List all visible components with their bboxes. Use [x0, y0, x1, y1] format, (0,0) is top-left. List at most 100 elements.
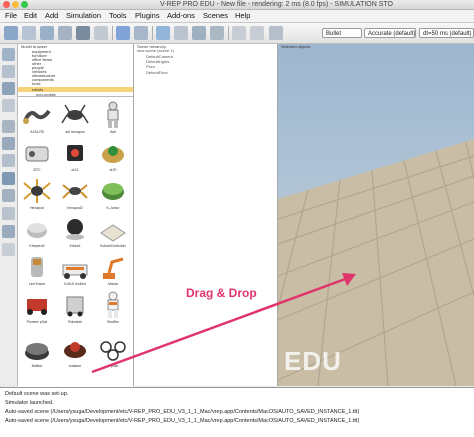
- model-thumbnail[interactable]: [22, 291, 52, 319]
- fit-to-view-icon[interactable]: [76, 26, 90, 40]
- model-label: KUKA YouBot: [64, 282, 86, 286]
- line-tracer-icon: [31, 257, 43, 277]
- close-button[interactable]: [3, 1, 10, 8]
- left-toolbar: [0, 44, 18, 386]
- menu-add[interactable]: Add: [45, 10, 58, 22]
- e-puck-icon: [100, 341, 126, 361]
- model-thumbnail[interactable]: [22, 177, 52, 205]
- model-label: Shuffler: [107, 320, 119, 324]
- click-selection-icon[interactable]: [156, 26, 170, 40]
- scene-view[interactable]: Selected objects: [278, 44, 474, 386]
- edit-mode-icon[interactable]: [210, 26, 224, 40]
- main-toolbar: Bullet Accurate (default) dt=50 ms (defa…: [0, 23, 474, 44]
- model-tree[interactable]: equipment furniture office items other p…: [18, 49, 133, 105]
- object-shift-icon[interactable]: [116, 26, 130, 40]
- collections-icon[interactable]: [2, 82, 15, 95]
- redo-icon[interactable]: [250, 26, 264, 40]
- controller-board-icon: [100, 224, 126, 242]
- ant-robot-icon: [61, 104, 89, 124]
- calculation-modules-icon[interactable]: [2, 65, 15, 78]
- model-thumbnail[interactable]: [98, 215, 128, 243]
- model-thumbnail[interactable]: [60, 335, 90, 363]
- model-thumbnail[interactable]: [22, 253, 52, 281]
- zoom-button[interactable]: [21, 1, 28, 8]
- tree-item[interactable]: tools: [32, 81, 40, 86]
- model-label: Hexapod: [29, 206, 44, 210]
- camera-zoom-icon[interactable]: [58, 26, 72, 40]
- dynamics-icon[interactable]: [269, 26, 283, 40]
- model-thumbnail[interactable]: [98, 139, 128, 167]
- hierarchy-row[interactable]: DefaultFloor: [146, 70, 168, 75]
- menu-simulation[interactable]: Simulation: [66, 10, 101, 22]
- hexapod-icon: [23, 179, 51, 203]
- model-label: Asti: [110, 130, 116, 134]
- model-thumbnail[interactable]: [22, 139, 52, 167]
- minimize-button[interactable]: [12, 1, 19, 8]
- model-thumbnail[interactable]: [98, 101, 128, 129]
- model-thumbnail[interactable]: [98, 177, 128, 205]
- undo-icon[interactable]: [232, 26, 246, 40]
- model-thumbnail[interactable]: [98, 335, 128, 363]
- model-label: e-puck: [107, 364, 119, 368]
- dr12-robot-icon: [67, 145, 83, 161]
- menu-help[interactable]: Help: [235, 10, 250, 22]
- scene-object-properties-icon[interactable]: [2, 48, 15, 61]
- shapes-edit-icon[interactable]: [2, 120, 15, 133]
- accuracy-select[interactable]: Accurate (default): [364, 28, 416, 38]
- scene-hierarchy-icon[interactable]: [2, 189, 15, 202]
- physics-engine-select[interactable]: Bullet: [322, 28, 362, 38]
- model-thumbnail[interactable]: [60, 215, 90, 243]
- model-thumbnail[interactable]: [98, 253, 128, 281]
- toolbar-separator: [112, 26, 113, 40]
- model-thumbnail[interactable]: [60, 101, 90, 129]
- khepera3-icon: [27, 223, 47, 238]
- assemble-icon[interactable]: [174, 26, 188, 40]
- menu-scenes[interactable]: Scenes: [203, 10, 228, 22]
- nao-icon: [107, 291, 119, 318]
- model-thumbnail[interactable]: [60, 139, 90, 167]
- menu-edit[interactable]: Edit: [24, 10, 37, 22]
- model-thumbnail[interactable]: [60, 253, 90, 281]
- model-label: dualarm: [68, 364, 82, 368]
- menu-plugins[interactable]: Plugins: [135, 10, 160, 22]
- model-label: Manta: [108, 282, 118, 286]
- object-rotate-icon[interactable]: [134, 26, 148, 40]
- transfer-dna-icon[interactable]: [192, 26, 206, 40]
- hierarchy-row-scene[interactable]: new scene (scene 1): [137, 48, 174, 53]
- scene-hierarchy-panel: Scene hierarchy new scene (scene 1) Defa…: [134, 44, 278, 386]
- timestep-select[interactable]: dt=50 ms (default): [419, 28, 474, 38]
- model-label: Ballbot: [31, 364, 43, 368]
- camera-pan-icon[interactable]: [4, 26, 18, 40]
- ballbot-icon: [25, 343, 49, 360]
- model-thumbnail-grid: ACM-R5 ant hexapod Asti BTC dr12 dr20 He…: [18, 96, 133, 387]
- model-thumbnail[interactable]: [22, 335, 52, 363]
- menu-addons[interactable]: Add-ons: [167, 10, 195, 22]
- k-junior-icon: [102, 183, 124, 200]
- video-recorder-icon[interactable]: [2, 225, 15, 238]
- model-thumbnail[interactable]: [60, 177, 90, 205]
- model-thumbnail[interactable]: [98, 291, 128, 319]
- camera-fly-icon[interactable]: [94, 26, 108, 40]
- model-label: Khepera3: [29, 244, 45, 248]
- model-label: dr20: [109, 168, 117, 172]
- camera-rotate-icon[interactable]: [22, 26, 36, 40]
- scripts-icon[interactable]: [2, 99, 15, 112]
- status-console: Default scene was set-up. Simulator laun…: [0, 387, 474, 437]
- hierarchy-row[interactable]: Floor: [146, 64, 155, 69]
- model-thumbnail[interactable]: [22, 101, 52, 129]
- console-line: Auto-saved scene (/Users/ysuga/Developme…: [5, 409, 360, 415]
- model-browser-icon[interactable]: [2, 172, 15, 185]
- toolbar-separator: [152, 26, 153, 40]
- camera-shift-icon[interactable]: [40, 26, 54, 40]
- selection-icon[interactable]: [2, 154, 15, 167]
- paths-icon[interactable]: [2, 137, 15, 150]
- model-thumbnail[interactable]: [60, 291, 90, 319]
- layers-icon[interactable]: [2, 207, 15, 220]
- console-line: Default scene was set-up.: [5, 391, 69, 397]
- menu-tools[interactable]: Tools: [109, 10, 127, 22]
- model-label: LineTracer: [28, 282, 46, 286]
- menu-file[interactable]: File: [5, 10, 17, 22]
- kilobot-icon: [66, 219, 84, 240]
- model-thumbnail[interactable]: [22, 215, 52, 243]
- user-settings-icon[interactable]: [2, 243, 15, 256]
